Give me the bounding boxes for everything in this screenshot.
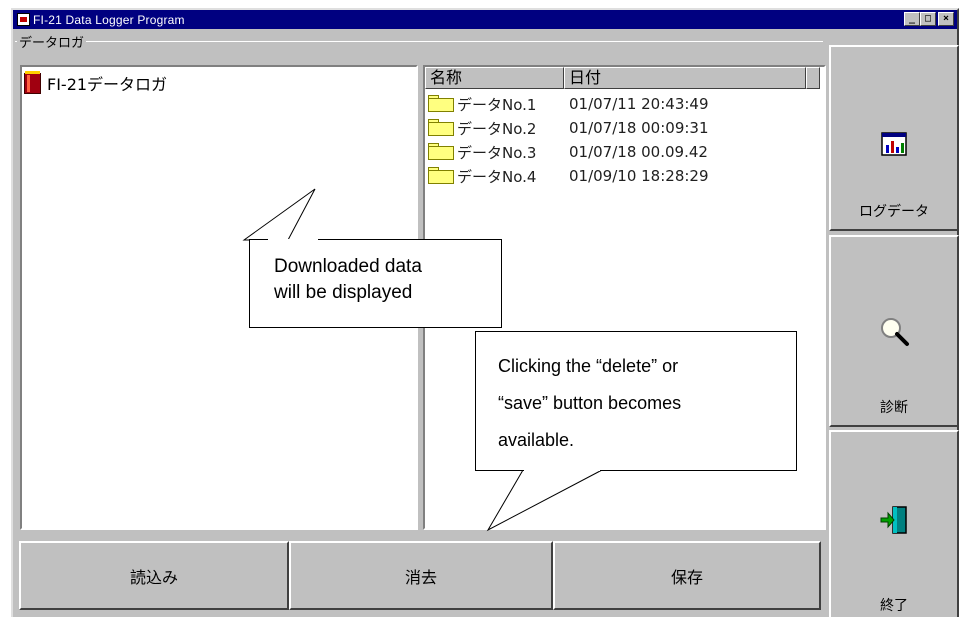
callout-pointer-clicking: [486, 469, 603, 532]
callout-clicking-line-1: Clicking the “delete” or: [498, 356, 679, 376]
callout-clicking-line-2: “save” button becomes: [498, 393, 682, 413]
callout-clicking: Clicking the “delete” or “save” button b…: [475, 331, 797, 471]
callout-clicking-line-3: available.: [498, 430, 575, 450]
